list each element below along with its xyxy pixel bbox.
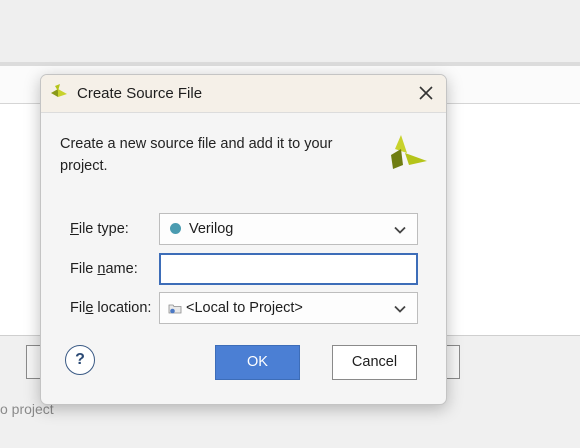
file-location-dropdown[interactable]: <Local to Project>	[159, 292, 418, 324]
file-type-dropdown[interactable]: Verilog	[159, 213, 418, 245]
chevron-down-icon	[394, 226, 406, 234]
file-name-input[interactable]	[159, 253, 418, 285]
cancel-button[interactable]: Cancel	[332, 345, 417, 380]
ok-button[interactable]: OK	[215, 345, 300, 380]
chevron-down-icon	[394, 305, 406, 313]
folder-icon	[168, 304, 182, 314]
dialog-title: Create Source File	[77, 85, 203, 102]
file-location-label: File location:	[70, 300, 152, 316]
help-button[interactable]: ?	[65, 345, 95, 375]
file-name-label: File name:	[70, 261, 138, 277]
background-toolbar	[0, 0, 580, 62]
vivado-logo-icon	[391, 135, 427, 169]
file-location-value: <Local to Project>	[186, 300, 303, 316]
create-source-file-dialog: Create Source File Create a new source f…	[40, 74, 447, 405]
file-type-value: Verilog	[170, 221, 233, 237]
vivado-logo-icon	[51, 84, 67, 97]
dialog-description: Create a new source file and add it to y…	[60, 136, 333, 174]
dialog-titlebar: Create Source File	[41, 75, 446, 113]
close-icon[interactable]	[414, 81, 438, 105]
circle-dot-icon	[170, 223, 181, 234]
file-type-label: File type:	[70, 221, 129, 237]
